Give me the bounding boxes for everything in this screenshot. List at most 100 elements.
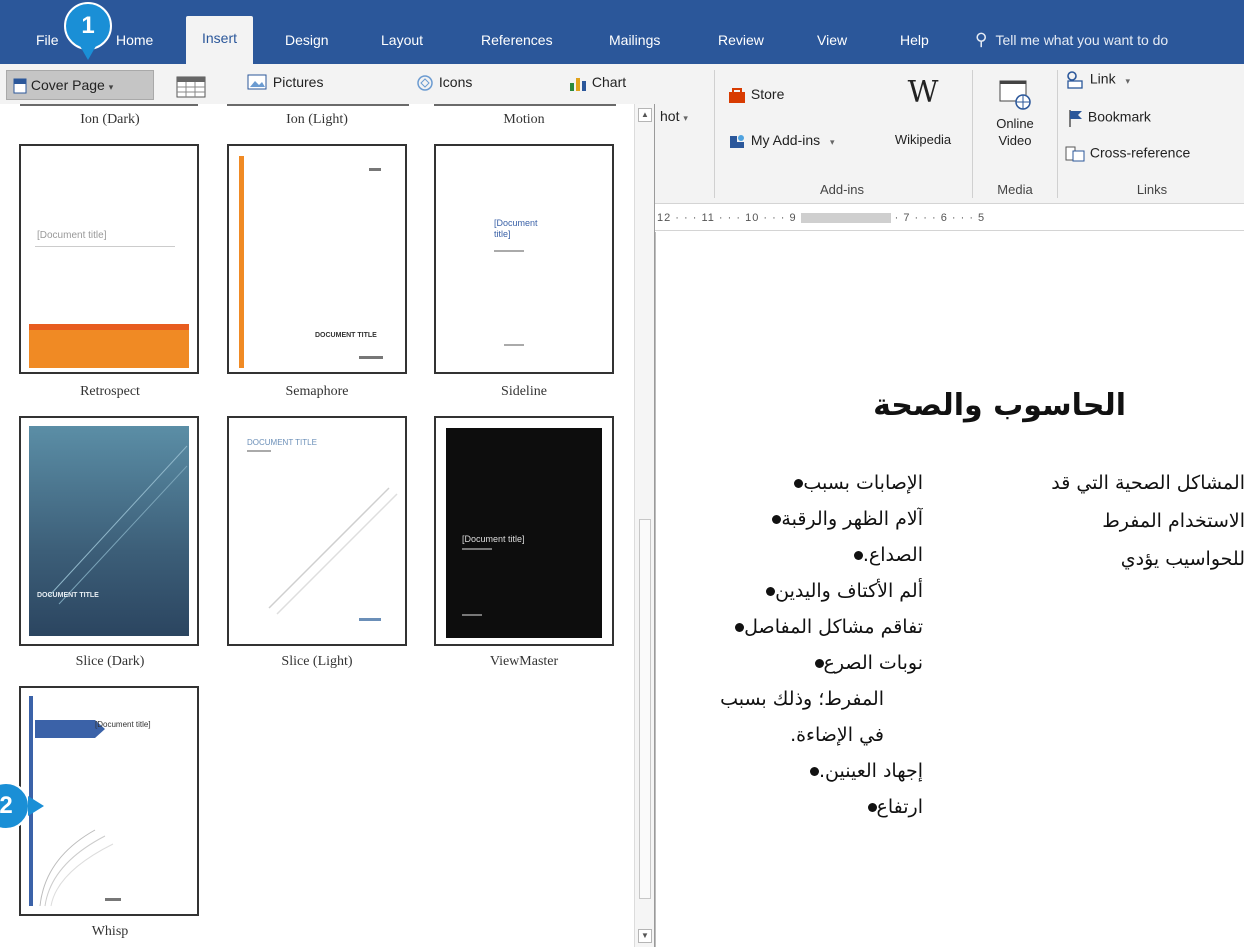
cover-thumb-slice-light[interactable]: DOCUMENT TITLE	[227, 416, 407, 646]
tab-references[interactable]: References	[481, 26, 553, 54]
tab-home[interactable]: Home	[116, 26, 153, 54]
cover-thumb-retrospect[interactable]: [Document title]	[19, 144, 199, 374]
gallery-caption-sideline: Sideline	[501, 384, 547, 399]
link-label: Link	[1089, 70, 1116, 87]
wikipedia-icon: W	[907, 75, 939, 110]
horizontal-ruler[interactable]: 12 · · · 11 · · · 10 · · · 9 · 7 · · · 6 …	[655, 205, 1244, 231]
list-item-continuation: في الإضاءة.	[790, 724, 884, 746]
cover-thumb-whisp[interactable]: [Document title]	[19, 686, 199, 916]
chevron-down-icon: ▾	[683, 113, 688, 123]
bullet-dot	[853, 551, 863, 560]
store-button[interactable]: Store	[727, 86, 784, 104]
thumb-date	[105, 898, 121, 901]
icons-label: Icons	[438, 74, 473, 90]
document-heading: الحاسوب والصحة	[873, 388, 1126, 423]
cover-thumb-semaphore[interactable]: DOCUMENT TITLE	[227, 144, 407, 374]
thumbnail-edge	[434, 104, 616, 106]
gallery-caption-ion-light: Ion (Light)	[286, 112, 348, 127]
thumbnail-edge	[20, 104, 198, 106]
pictures-label: Pictures	[272, 74, 324, 90]
scroll-down-icon[interactable]: ▼	[638, 929, 652, 943]
bullet-dot	[814, 659, 824, 668]
thumb-title: [Document title]	[95, 720, 151, 729]
gallery-caption-semaphore: Semaphore	[285, 384, 349, 399]
tell-me-text: Tell me what you want to do	[995, 32, 1169, 48]
list-item: الإصابات بسبب	[764, 472, 923, 494]
tab-design[interactable]: Design	[285, 26, 329, 54]
tab-layout[interactable]: Layout	[381, 26, 423, 54]
store-icon	[729, 88, 745, 104]
thumb-date	[369, 168, 381, 171]
cover-thumb-sideline[interactable]: [Document title]	[434, 144, 614, 374]
my-addins-icon	[730, 135, 744, 149]
thumb-author	[462, 614, 482, 616]
my-addins-button[interactable]: My Add-ins ▾	[727, 132, 835, 150]
paragraph-line: للحواسيب يؤدي	[1120, 548, 1244, 570]
wikipedia-button[interactable]: W Wikipedia	[888, 74, 958, 147]
screenshot-button[interactable]: hot ▾	[660, 108, 688, 124]
group-separator	[714, 70, 715, 198]
gallery-caption-slice-dark: Slice (Dark)	[75, 654, 145, 669]
chart-icon	[570, 78, 586, 92]
callout-pointer	[80, 46, 96, 60]
store-label: Store	[750, 86, 785, 102]
group-label-links: Links	[1136, 182, 1168, 197]
tab-review[interactable]: Review	[718, 26, 764, 54]
paragraph: المشاكل الصحية التي قد الاستخدام المفرط …	[1011, 472, 1244, 632]
gallery-scrollbar[interactable]: ▲ ▼	[634, 104, 654, 947]
pictures-button[interactable]: Pictures	[247, 74, 323, 92]
thumb-stripe	[239, 156, 244, 368]
icons-icon	[417, 75, 433, 92]
thumb-rule	[35, 246, 175, 247]
scrollbar-thumb[interactable]	[639, 519, 651, 899]
link-icon	[1067, 71, 1083, 89]
document-canvas[interactable]: الحاسوب والصحة الإصابات بسبب آلام الظهر …	[655, 232, 1244, 947]
callout-pointer	[28, 796, 44, 816]
thumb-whisp-curves	[39, 829, 114, 907]
thumb-title: [Document title]	[37, 230, 107, 241]
list-item: آلام الظهر والرقبة	[742, 508, 923, 530]
thumb-author	[504, 344, 524, 346]
tab-insert[interactable]: Insert	[186, 16, 254, 64]
tell-me-search[interactable]: ⚲ Tell me what you want to do	[975, 26, 1244, 54]
bookmark-label: Bookmark	[1087, 108, 1151, 125]
gallery-caption-motion: Motion	[503, 112, 545, 127]
search-icon: ⚲	[975, 30, 988, 49]
icons-button[interactable]: Icons	[415, 74, 472, 92]
thumb-title: DOCUMENT TITLE	[315, 332, 377, 339]
thumb-author	[359, 618, 381, 621]
gallery-caption-retrospect: Retrospect	[80, 384, 140, 399]
list-item: ألم الأكتاف واليدين	[736, 580, 923, 602]
chevron-down-icon: ▾	[1125, 75, 1130, 86]
bookmark-button[interactable]: Bookmark	[1066, 108, 1151, 128]
thumb-band	[29, 330, 189, 368]
list-item: نوبات الصرع	[785, 652, 923, 674]
tab-help[interactable]: Help	[900, 26, 929, 54]
tab-view[interactable]: View	[817, 26, 847, 54]
bullet-dot	[794, 479, 804, 488]
ruler-margin-marker[interactable]	[800, 213, 891, 224]
online-video-button[interactable]: Online Video	[980, 78, 1050, 149]
cover-thumb-viewmaster[interactable]: [Document title]	[434, 416, 614, 646]
bullet-dot	[809, 767, 819, 776]
tab-mailings[interactable]: Mailings	[609, 26, 660, 54]
table-icon[interactable]	[176, 76, 206, 98]
cover-page-button[interactable]: Cover Page ▾	[6, 70, 154, 100]
cover-thumb-slice-dark[interactable]: DOCUMENT TITLE	[19, 416, 199, 646]
link-button[interactable]: Link ▾	[1064, 70, 1130, 90]
bullet-list: الإصابات بسبب آلام الظهر والرقبة الصداع.…	[656, 472, 923, 947]
cross-reference-button[interactable]: Cross-reference	[1064, 144, 1190, 164]
pictures-icon	[247, 74, 267, 90]
thumb-title: [Document title]	[462, 534, 525, 544]
chart-button[interactable]: Chart	[568, 74, 626, 92]
online-video-label-2: Video	[998, 133, 1032, 148]
bookmark-icon	[1069, 110, 1082, 127]
group-separator	[1057, 70, 1058, 198]
group-separator	[972, 70, 973, 198]
group-label-media: Media	[997, 182, 1033, 197]
list-item: تفاقم مشاكل المفاصل	[705, 616, 923, 638]
ruler-ticks-left: 12 · · · 11 · · · 10 · · · 9	[657, 212, 797, 224]
tab-file[interactable]: File	[36, 26, 59, 54]
scroll-up-icon[interactable]: ▲	[638, 108, 652, 122]
list-item-continuation: المفرط؛ وذلك بسبب	[720, 688, 884, 710]
